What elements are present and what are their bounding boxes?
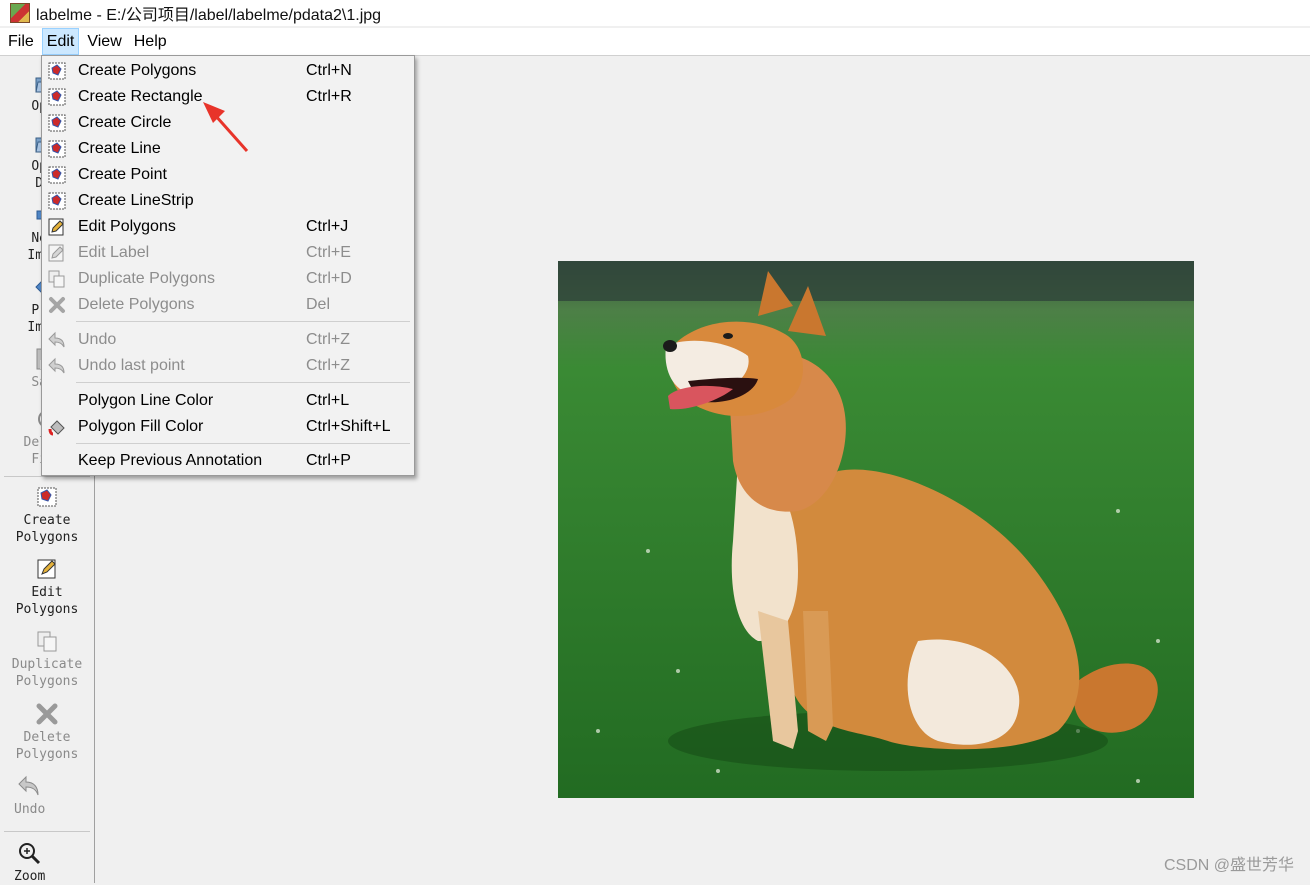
tool-zoom[interactable]: Zoom <box>0 840 94 885</box>
edit-icon <box>37 559 56 579</box>
window-title: labelme - E:/公司项目/label/labelme/pdata2\1… <box>36 7 382 24</box>
menu-create-point[interactable]: Create Point <box>42 162 414 188</box>
dog-photo <box>558 261 1194 798</box>
menu-undo-last-point-label: Undo last point <box>78 357 185 374</box>
menu-edit-polygons-label: Edit Polygons <box>78 218 176 235</box>
zoom-icon <box>19 843 41 865</box>
tool-edit-polygons-label1: Edit <box>31 585 63 600</box>
menu-undo-label: Undo <box>78 331 117 348</box>
menu-create-polygons-shortcut: Ctrl+N <box>306 62 352 79</box>
tool-duplicate-polygons[interactable]: Duplicate Polygons <box>0 628 94 690</box>
menu-create-polygons[interactable]: Create Polygons Ctrl+N <box>42 58 414 84</box>
menu-separator <box>76 382 410 383</box>
tool-create-polygons-label2: Polygons <box>15 530 79 545</box>
tool-delete-polygons-label1: Delete <box>23 730 71 745</box>
canvas-image[interactable] <box>558 261 1194 798</box>
title-bar: labelme - E:/公司项目/label/labelme/pdata2\1… <box>0 0 1310 26</box>
cross-icon <box>36 703 58 725</box>
menu-separator <box>76 321 410 322</box>
copy-icon <box>48 270 65 288</box>
menu-duplicate-polygons[interactable]: Duplicate Polygons Ctrl+D <box>42 266 414 292</box>
toolbar-divider <box>4 831 90 832</box>
menu-undo-last-point[interactable]: Undo last point Ctrl+Z <box>42 353 414 379</box>
tool-edit-polygons[interactable]: Edit Polygons <box>0 556 94 618</box>
edit-icon <box>48 218 64 236</box>
menu-edit-label[interactable]: Edit Label Ctrl+E <box>42 240 414 266</box>
menu-edit-polygons[interactable]: Edit Polygons Ctrl+J <box>42 214 414 240</box>
menu-polygon-fill-color-shortcut: Ctrl+Shift+L <box>306 418 391 435</box>
tool-undo[interactable]: Undo <box>0 773 94 818</box>
tool-delete-polygons[interactable]: Delete Polygons <box>0 701 94 763</box>
tool-delete-polygons-label2: Polygons <box>15 747 79 762</box>
tool-edit-polygons-label2: Polygons <box>15 602 79 617</box>
menu-keep-previous-annotation-shortcut: Ctrl+P <box>306 452 351 469</box>
polygon-icon <box>48 114 66 132</box>
menu-create-linestrip-label: Create LineStrip <box>78 192 194 209</box>
menu-create-linestrip[interactable]: Create LineStrip <box>42 188 414 214</box>
polygon-icon <box>37 487 57 507</box>
menu-edit-label-shortcut: Ctrl+E <box>306 244 351 261</box>
menu-create-rectangle-shortcut: Ctrl+R <box>306 88 352 105</box>
menu-create-point-label: Create Point <box>78 166 167 183</box>
menu-create-polygons-label: Create Polygons <box>78 62 197 79</box>
copy-icon <box>37 631 57 652</box>
tool-undo-label: Undo <box>14 802 46 817</box>
undo-icon <box>48 357 65 374</box>
polygon-icon <box>48 166 66 184</box>
edit-icon <box>48 244 64 262</box>
tool-create-polygons-label1: Create <box>23 513 71 528</box>
tool-duplicate-label2: Polygons <box>15 674 79 689</box>
tool-duplicate-label1: Duplicate <box>11 657 83 672</box>
menu-separator <box>76 443 410 444</box>
menu-edit-label-label: Edit Label <box>78 244 150 261</box>
menu-create-circle-label: Create Circle <box>78 114 172 131</box>
polygon-icon <box>48 88 66 106</box>
cross-icon <box>49 297 65 313</box>
menu-delete-polygons-shortcut: Del <box>306 296 331 313</box>
menu-duplicate-polygons-label: Duplicate Polygons <box>78 270 215 287</box>
menu-polygon-line-color-label: Polygon Line Color <box>78 392 214 409</box>
menu-polygon-fill-color-label: Polygon Fill Color <box>78 418 204 435</box>
menu-file[interactable]: File <box>4 28 38 55</box>
polygon-icon <box>48 62 66 80</box>
menu-edit-polygons-shortcut: Ctrl+J <box>306 218 349 235</box>
menu-delete-polygons[interactable]: Delete Polygons Del <box>42 292 414 318</box>
menu-polygon-line-color-shortcut: Ctrl+L <box>306 392 350 409</box>
menu-duplicate-polygons-shortcut: Ctrl+D <box>306 270 352 287</box>
undo-icon <box>48 331 65 348</box>
polygon-icon <box>48 140 66 158</box>
undo-icon <box>18 775 39 796</box>
menu-view[interactable]: View <box>83 28 125 55</box>
menu-keep-previous-annotation[interactable]: Keep Previous Annotation Ctrl+P <box>42 448 414 474</box>
menu-bar: File Edit View Help <box>0 28 1310 56</box>
toolbar-divider <box>4 476 90 477</box>
menu-create-line-label: Create Line <box>78 140 161 157</box>
annotation-arrow-icon <box>203 102 249 152</box>
labelme-app-icon <box>10 3 30 23</box>
menu-undo-shortcut: Ctrl+Z <box>306 331 350 348</box>
watermark-text: CSDN @盛世芳华 <box>1163 857 1294 874</box>
polygon-icon <box>48 192 66 210</box>
menu-create-rectangle-label: Create Rectangle <box>78 88 203 105</box>
menu-undo-last-point-shortcut: Ctrl+Z <box>306 357 350 374</box>
tool-create-polygons[interactable]: Create Polygons <box>0 484 94 546</box>
menu-undo[interactable]: Undo Ctrl+Z <box>42 327 414 353</box>
menu-keep-previous-annotation-label: Keep Previous Annotation <box>78 452 263 469</box>
menu-polygon-line-color[interactable]: Polygon Line Color Ctrl+L <box>42 388 414 414</box>
menu-delete-polygons-label: Delete Polygons <box>78 296 195 313</box>
menu-polygon-fill-color[interactable]: Polygon Fill Color Ctrl+Shift+L <box>42 414 414 440</box>
menu-help[interactable]: Help <box>130 28 171 55</box>
paint-bucket-icon <box>48 420 65 436</box>
tool-zoom-label: Zoom <box>14 869 46 884</box>
menu-edit[interactable]: Edit <box>41 28 80 55</box>
